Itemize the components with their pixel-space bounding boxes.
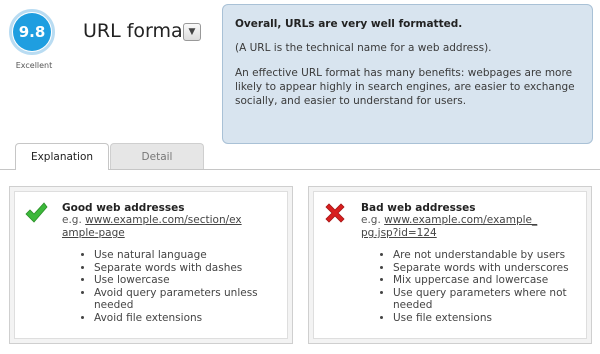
score-value: 9.8: [13, 13, 51, 51]
expand-dropdown-button[interactable]: ▼: [183, 23, 201, 41]
bad-example: e.g. www.example.com/example_pg.jsp?id=1…: [361, 214, 541, 240]
good-addresses-card: Good web addresses e.g. www.example.com/…: [9, 186, 293, 344]
score-badge: 9.8: [9, 9, 55, 55]
good-title: Good web addresses: [62, 202, 185, 214]
example-prefix: e.g.: [361, 214, 381, 226]
list-item: Are not understandable by users: [393, 249, 593, 262]
list-item: Mix uppercase and lowercase: [393, 274, 593, 287]
summary-box: Overall, URLs are very well formatted. (…: [222, 4, 593, 144]
list-item: Use query parameters where not needed: [393, 287, 593, 312]
chevron-down-icon: ▼: [188, 27, 196, 37]
example-prefix: e.g.: [62, 214, 82, 226]
list-item: Use lowercase: [94, 274, 294, 287]
good-example: e.g. www.example.com/section/example-pag…: [62, 214, 242, 240]
good-example-link[interactable]: www.example.com/section/example-page: [62, 214, 242, 239]
list-item: Separate words with dashes: [94, 262, 294, 275]
summary-headline: Overall, URLs are very well formatted.: [235, 18, 463, 30]
cross-icon: [325, 203, 345, 223]
tab-bar: Explanation Detail: [0, 143, 600, 170]
bad-list: Are not understandable by users Separate…: [361, 249, 593, 324]
list-item: Use natural language: [94, 249, 294, 262]
bad-title: Bad web addresses: [361, 202, 476, 214]
good-list: Use natural language Separate words with…: [62, 249, 294, 324]
summary-paragraph: An effective URL format has many benefit…: [235, 67, 575, 107]
page-title: URL format: [83, 20, 191, 42]
list-item: Avoid query parameters unless needed: [94, 287, 294, 312]
score-label: Excellent: [15, 61, 53, 70]
check-icon: [25, 202, 48, 223]
list-item: Separate words with underscores: [393, 262, 593, 275]
list-item: Use file extensions: [393, 312, 593, 325]
tab-detail[interactable]: Detail: [110, 143, 204, 169]
bad-addresses-card: Bad web addresses e.g. www.example.com/e…: [308, 186, 592, 344]
tab-explanation[interactable]: Explanation: [15, 143, 109, 170]
summary-paragraph: (A URL is the technical name for a web a…: [235, 42, 492, 54]
list-item: Avoid file extensions: [94, 312, 294, 325]
bad-example-link[interactable]: www.example.com/example_pg.jsp?id=124: [361, 214, 537, 239]
